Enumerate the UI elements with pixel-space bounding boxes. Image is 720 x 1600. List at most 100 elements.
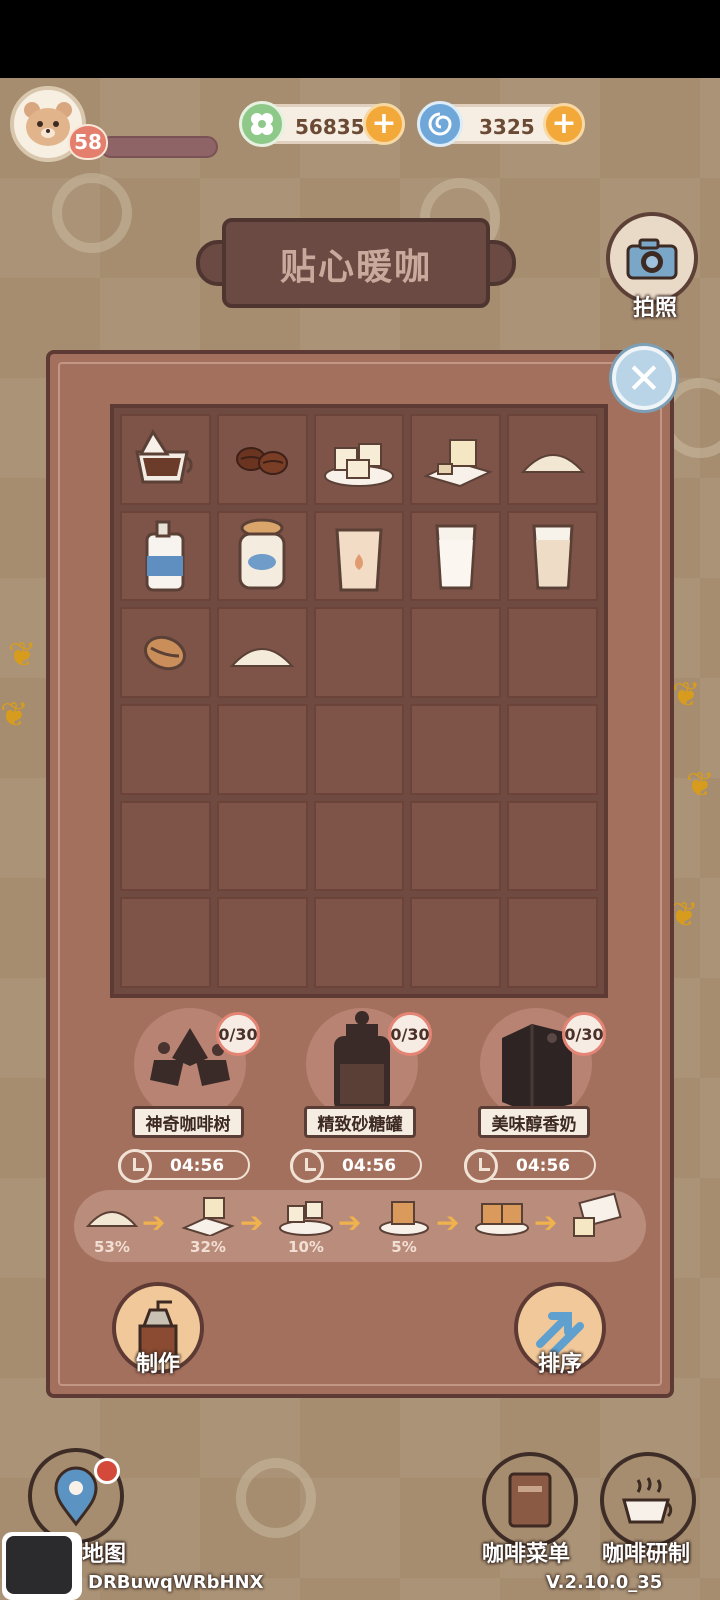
inventory-grid	[110, 404, 608, 998]
version-label: V.2.10.0_35	[546, 1572, 663, 1593]
chain-step-percent: 53%	[94, 1238, 130, 1256]
chain-step: 5%	[374, 1192, 444, 1258]
camera-label: 拍照	[632, 296, 677, 321]
coffee-menu-label: 咖啡菜单	[482, 1542, 571, 1567]
inventory-slot[interactable]	[507, 897, 598, 988]
brown-sugar-cube-icon	[379, 1201, 429, 1236]
coffee-tree-timer: 04:56	[118, 1149, 250, 1183]
chain-step	[472, 1192, 542, 1258]
inventory-slot[interactable]	[120, 800, 211, 892]
swirl-icon	[417, 101, 463, 147]
inventory-slot[interactable]	[120, 703, 211, 795]
bear-face-icon	[24, 102, 72, 146]
producer-milk-carton[interactable]: 0/30 美味醇香奶 04:56	[464, 1008, 606, 1188]
upgrade-chain: 53% ➔ 32% ➔ 10% ➔ 5% ➔ ➔	[74, 1190, 646, 1262]
coffee-tree-name: 神奇咖啡树	[132, 1106, 244, 1138]
inventory-slot[interactable]	[313, 800, 405, 892]
inventory-slot[interactable]	[313, 607, 405, 698]
milk-carton-count: 0/30	[562, 1012, 606, 1056]
inventory-slot[interactable]	[507, 414, 598, 505]
sugar-powder-icon	[520, 454, 585, 474]
inventory-slot[interactable]	[313, 703, 405, 795]
producer-sugar-jar[interactable]: 0/30 精致砂糖罐 04:56	[290, 1008, 432, 1188]
inventory-slot[interactable]	[507, 510, 598, 602]
arrow-right-icon: ➔	[436, 1206, 460, 1239]
inventory-slot[interactable]	[120, 414, 211, 505]
user-badge-image	[6, 1536, 72, 1594]
ginkgo-leaf-decor: ❦	[670, 895, 699, 935]
inventory-slot[interactable]	[313, 414, 405, 505]
camera-icon	[626, 238, 678, 280]
shop-title: 贴心暖咖	[279, 247, 432, 288]
status-bar	[0, 0, 720, 78]
ginkgo-leaf-decor: ❦	[8, 635, 37, 675]
inventory-slot[interactable]	[507, 703, 598, 795]
add-clover-button[interactable]: +	[363, 103, 405, 145]
producer-coffee-tree[interactable]: 0/30 神奇咖啡树 04:56	[118, 1008, 260, 1188]
milk-jar-icon	[238, 518, 286, 590]
arrow-right-icon: ➔	[142, 1206, 166, 1239]
chain-step: 10%	[276, 1192, 346, 1258]
inventory-slot[interactable]	[313, 897, 405, 988]
chain-step-percent: 32%	[190, 1238, 226, 1256]
inventory-slot[interactable]	[410, 607, 502, 698]
coffee-menu-button[interactable]	[482, 1452, 578, 1548]
coffee-bean-icon	[144, 635, 187, 670]
sugar-jar-timer-value: 04:56	[342, 1156, 397, 1176]
make-label: 制作	[135, 1352, 180, 1377]
coffee-research-label: 咖啡研制	[602, 1542, 691, 1567]
sugar-cube-icon	[422, 439, 493, 488]
chain-step-percent: 10%	[288, 1238, 324, 1256]
brown-sugar-plate-icon	[475, 1203, 529, 1236]
add-swirl-button[interactable]: +	[543, 103, 585, 145]
ginkgo-leaf-decor: ❦	[0, 695, 29, 735]
inventory-slot[interactable]	[216, 414, 308, 505]
inventory-slot[interactable]	[216, 607, 308, 698]
coffee-tree-timer-value: 04:56	[170, 1156, 225, 1176]
milk-carton-timer-value: 04:56	[516, 1156, 571, 1176]
milk-powder-bag-icon	[335, 528, 383, 592]
clock-icon	[290, 1149, 324, 1183]
inventory-slot[interactable]	[120, 897, 211, 988]
close-icon: ✕	[626, 353, 662, 403]
milk-carton-timer: 04:56	[464, 1149, 596, 1183]
inventory-slot[interactable]	[120, 510, 211, 602]
title-plate: 贴心暖咖	[196, 218, 516, 308]
sugar-jar-count: 0/30	[388, 1012, 432, 1056]
level-badge: 58	[68, 124, 108, 160]
user-badge[interactable]	[2, 1532, 82, 1600]
inventory-slot[interactable]	[313, 510, 405, 602]
sugar-jar-name: 精致砂糖罐	[304, 1106, 416, 1138]
sugar-cubes-plate-icon	[323, 443, 394, 488]
inventory-slot[interactable]	[410, 800, 502, 892]
inventory-slot[interactable]	[120, 607, 211, 698]
close-button[interactable]: ✕	[612, 346, 676, 410]
clover-currency: 56835 +	[239, 101, 405, 147]
inventory-slot[interactable]	[410, 510, 502, 602]
coffee-beans-icon	[236, 447, 289, 476]
inventory-slot[interactable]	[216, 800, 308, 892]
coffee-research-button[interactable]	[600, 1452, 696, 1548]
inventory-slot[interactable]	[216, 897, 308, 988]
inventory-slot[interactable]	[410, 414, 502, 505]
clock-icon	[464, 1149, 498, 1183]
inventory-slot[interactable]	[216, 703, 308, 795]
chain-step-percent: 5%	[391, 1238, 417, 1256]
milk-carton-name: 美味醇香奶	[478, 1106, 590, 1138]
menu-book-icon	[508, 1472, 552, 1528]
sugar-jar-timer: 04:56	[290, 1149, 422, 1183]
chain-step	[568, 1192, 638, 1258]
coffee-cup-icon	[622, 1477, 673, 1524]
inventory-slot[interactable]	[410, 703, 502, 795]
sort-label: 排序	[537, 1352, 582, 1377]
background-sun-mark	[236, 1458, 316, 1538]
ginkgo-leaf-decor: ❦	[672, 675, 701, 715]
inventory-slot[interactable]	[216, 510, 308, 602]
swirl-currency: 3325 +	[417, 101, 585, 147]
inventory-slot[interactable]	[410, 897, 502, 988]
milk-jug-icon	[145, 520, 185, 592]
inventory-slot[interactable]	[507, 800, 598, 892]
clover-amount: 56835	[295, 115, 365, 139]
inventory-slot[interactable]	[507, 607, 598, 698]
milk-glass-icon	[435, 524, 477, 590]
